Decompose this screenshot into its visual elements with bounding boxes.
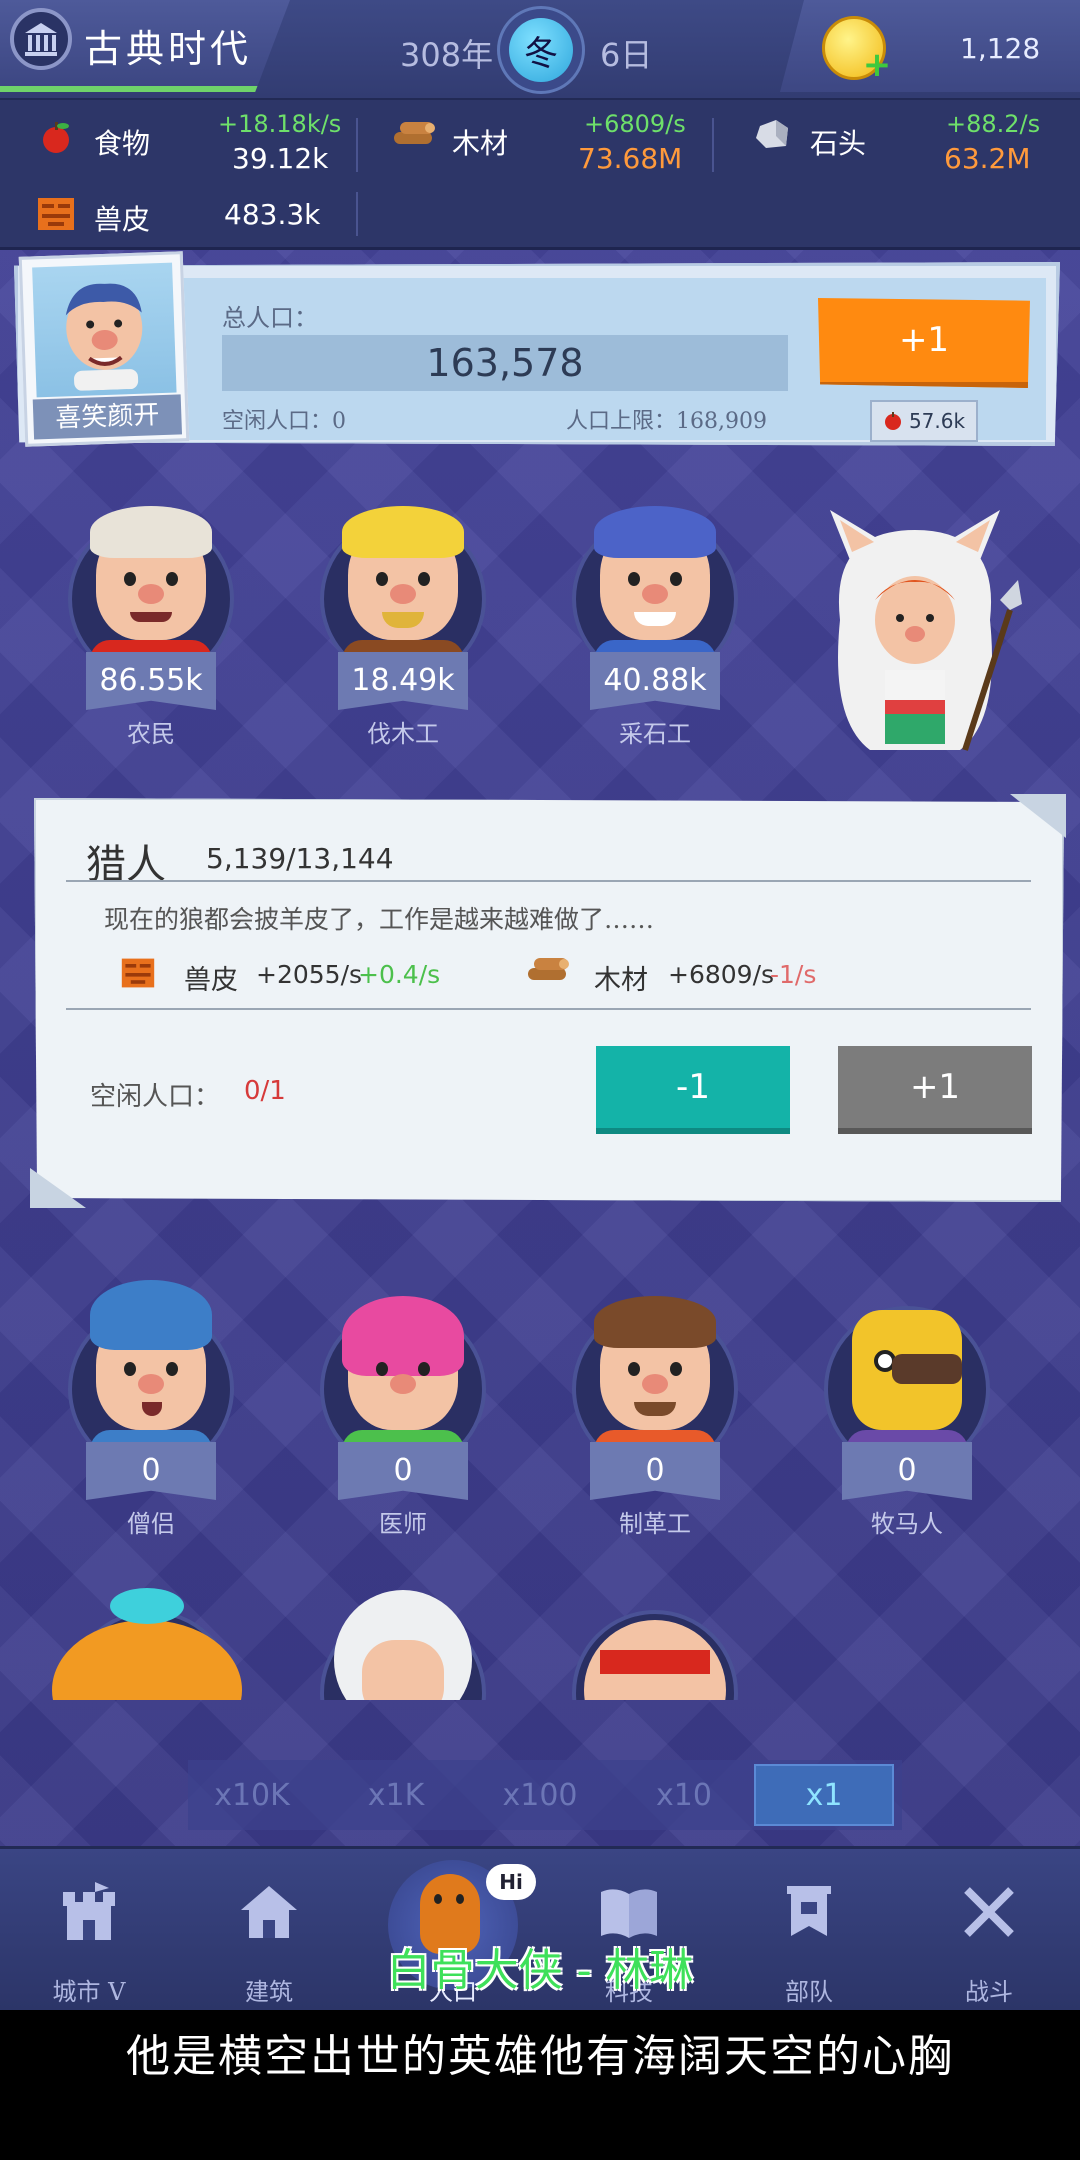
- resource-rate-stone: +88.2/s: [946, 110, 1041, 138]
- multiplier-x1[interactable]: x1: [754, 1764, 894, 1826]
- add-hunter-button[interactable]: +1: [838, 1046, 1032, 1134]
- leader-label: 喜笑颜开: [32, 394, 183, 440]
- worker-name: 制革工: [619, 1510, 691, 1538]
- divider: [356, 192, 358, 236]
- remove-hunter-button[interactable]: -1: [596, 1046, 790, 1134]
- video-subtitle-credit: 白骨大侠 - 林琳: [386, 1945, 694, 1996]
- multiplier-x1k[interactable]: x1K: [326, 1764, 466, 1826]
- total-population-label: 总人口：: [222, 304, 318, 332]
- resource-value-hide: 483.3k: [224, 198, 321, 231]
- stone-icon: [756, 120, 788, 148]
- worker-count: 0: [338, 1442, 468, 1500]
- hide-icon: [121, 958, 155, 988]
- season-badge: 冬: [509, 18, 573, 82]
- worker-name: 伐木工: [367, 720, 439, 748]
- divider: [66, 1008, 1031, 1010]
- hunter-idle-label: 空闲人口：: [90, 1082, 221, 1112]
- food-cost-value: 57.6k: [908, 409, 966, 433]
- hunter-detail-panel: [34, 798, 1064, 1202]
- temple-icon[interactable]: [10, 8, 72, 70]
- add-population-button[interactable]: +1: [818, 298, 1030, 388]
- worker-count: 0: [86, 1442, 216, 1500]
- worker-farmer[interactable]: 86.55k 农民: [56, 490, 246, 750]
- worker-monk[interactable]: 0 僧侣: [56, 1280, 246, 1540]
- worker-horse-herder[interactable]: 0 牧马人: [812, 1280, 1002, 1540]
- population-cap-label: 人口上限：168,909: [566, 409, 767, 434]
- hunter-avatar: [830, 510, 1022, 751]
- resource-name-food: 食物: [94, 127, 151, 160]
- apple-icon: [884, 412, 901, 430]
- produce-delta: +0.4/s: [358, 960, 441, 989]
- consume-rate: +6809/s: [668, 960, 775, 989]
- wood-log-icon: [528, 958, 569, 980]
- hunter-idle-value: 0/1: [244, 1076, 286, 1106]
- worker-name: 牧马人: [871, 1510, 943, 1538]
- leader-portrait: [32, 262, 177, 398]
- warrior-brows: [600, 1650, 710, 1674]
- resource-value-food: 39.12k: [232, 142, 329, 175]
- resource-value-stone: 63.2M: [944, 142, 1031, 175]
- divider: [356, 118, 358, 172]
- worker-count: 86.55k: [86, 652, 216, 710]
- worker-hunter[interactable]: [800, 500, 1030, 770]
- day-label: 6日: [600, 36, 653, 74]
- resource-value-wood: 73.68M: [578, 142, 683, 175]
- divider: [712, 118, 714, 172]
- food-cost-badge: 57.6k: [870, 400, 978, 442]
- panel-corner-decoration: [1010, 794, 1066, 838]
- resource-name-hide: 兽皮: [94, 203, 151, 236]
- bow-icon: [110, 1588, 184, 1624]
- idle-population-label: 空闲人口：0: [222, 409, 346, 434]
- worker-lumberjack[interactable]: 18.49k 伐木工: [308, 490, 498, 750]
- hunter-count: 5,139/13,144: [206, 842, 394, 875]
- worker-doctor[interactable]: 0 医师: [308, 1280, 498, 1540]
- resource-name-stone: 石头: [810, 127, 867, 160]
- worker-count: 18.49k: [338, 652, 468, 710]
- worker-tanner[interactable]: 0 制革工: [560, 1280, 750, 1540]
- worker-count: 0: [842, 1442, 972, 1500]
- worker-stonemason[interactable]: 40.88k 采石工: [560, 490, 750, 750]
- video-subtitle: 他是横空出世的英雄他有海阔天空的心胸: [126, 2031, 954, 2082]
- pumpkin-hair: [52, 1620, 242, 1700]
- worker-count: 40.88k: [590, 652, 720, 710]
- elder-face: [362, 1640, 444, 1700]
- produce-rate: +2055/s: [256, 960, 363, 989]
- multiplier-x10[interactable]: x10: [614, 1764, 754, 1826]
- multiplier-x100[interactable]: x100: [470, 1764, 610, 1826]
- year-label: 308年: [400, 36, 494, 74]
- leader-card[interactable]: 喜笑颜开: [18, 251, 190, 447]
- resource-bar: [0, 100, 1080, 250]
- hunter-description: 现在的狼都会披羊皮了，工作是越来越难做了……: [104, 905, 655, 934]
- total-population-value: 163,578: [222, 335, 788, 391]
- hide-icon: [38, 198, 74, 230]
- worker-name: 采石工: [619, 720, 691, 748]
- worker-name: 医师: [379, 1510, 427, 1538]
- apple-icon: [43, 122, 69, 153]
- worker-name: 僧侣: [127, 1510, 175, 1538]
- resource-rate-food: +18.18k/s: [218, 110, 342, 138]
- panel-corner-decoration: [30, 1168, 86, 1208]
- worker-name: 农民: [127, 720, 175, 748]
- consume-delta: -1/s: [770, 960, 817, 989]
- worker-count: 0: [590, 1442, 720, 1500]
- season-indicator[interactable]: 冬: [497, 6, 585, 94]
- gold-count: 1,128: [960, 32, 1041, 65]
- resource-rate-wood: +6809/s: [584, 110, 686, 138]
- divider: [66, 880, 1031, 882]
- resource-name-wood: 木材: [452, 127, 509, 160]
- add-gold-icon[interactable]: +: [862, 48, 892, 82]
- era-title: 古典时代: [84, 27, 253, 71]
- worker-row-partial: [0, 1580, 1080, 1700]
- produce-name: 兽皮: [184, 965, 238, 996]
- mascot-speech-bubble: Hi: [486, 1864, 536, 1900]
- wood-log-icon: [394, 122, 435, 144]
- consume-name: 木材: [594, 965, 648, 996]
- multiplier-x10k[interactable]: x10K: [182, 1764, 322, 1826]
